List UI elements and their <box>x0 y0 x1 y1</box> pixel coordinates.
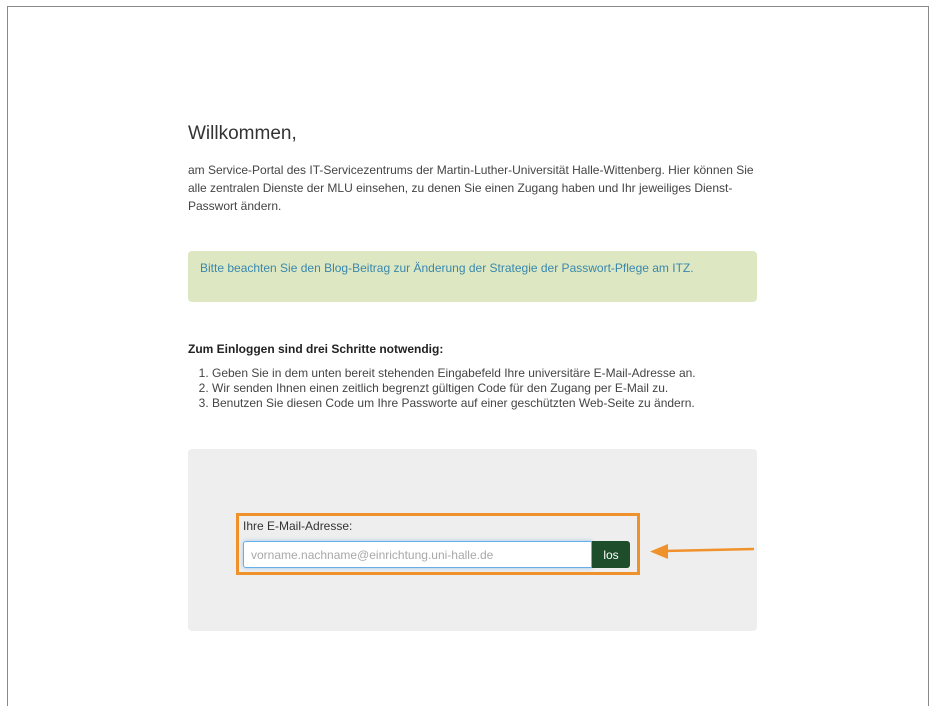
notice-box: Bitte beachten Sie den Blog-Beitrag zur … <box>188 251 757 302</box>
list-item: Geben Sie in dem unten bereit stehenden … <box>212 366 772 381</box>
list-item: Wir senden Ihnen einen zeitlich begrenzt… <box>212 381 772 396</box>
welcome-section: Willkommen, am Service-Portal des IT-Ser… <box>188 123 758 410</box>
submit-button[interactable]: los <box>592 541 630 568</box>
notice-link[interactable]: Bitte beachten Sie den Blog-Beitrag zur … <box>200 261 694 275</box>
email-label: Ihre E-Mail-Adresse: <box>243 519 353 533</box>
page-title: Willkommen, <box>188 123 297 144</box>
email-input[interactable] <box>243 541 592 568</box>
steps-list: Geben Sie in dem unten bereit stehenden … <box>188 366 772 411</box>
intro-text: am Service-Portal des IT-Servicezentrums… <box>188 163 754 213</box>
list-item: Benutzen Sie diesen Code um Ihre Passwor… <box>212 396 772 411</box>
arrow-left-icon <box>650 544 755 559</box>
steps-title: Zum Einloggen sind drei Schritte notwend… <box>188 342 444 356</box>
